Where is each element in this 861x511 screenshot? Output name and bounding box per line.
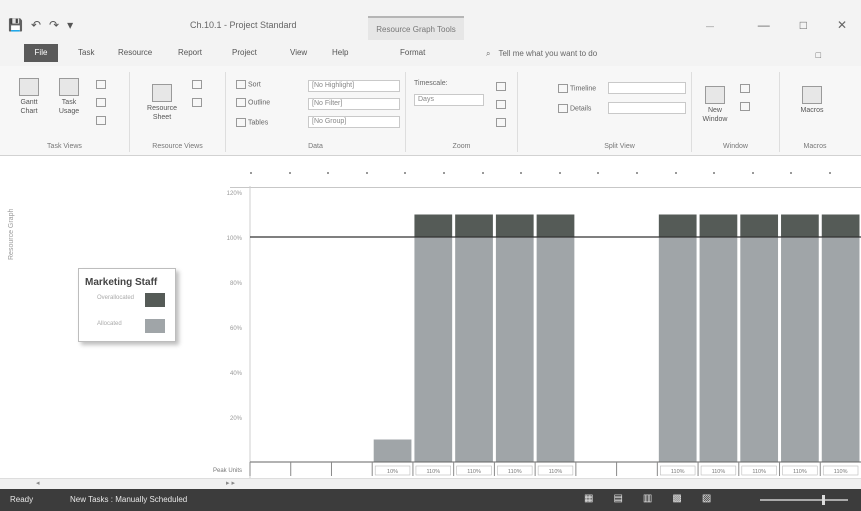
bar-allocated xyxy=(495,237,534,462)
bar-allocated xyxy=(536,237,575,462)
bar-overallocated xyxy=(699,214,738,237)
scroll-left-icon[interactable]: ◂ xyxy=(36,479,40,487)
bar-overallocated xyxy=(658,214,697,237)
status-bar: Ready New Tasks : Manually Scheduled ▦ ▤… xyxy=(0,489,861,511)
bar-overallocated xyxy=(495,214,534,237)
bar-overallocated xyxy=(455,214,493,237)
bar-allocated xyxy=(658,237,697,462)
bar-overallocated xyxy=(740,214,779,237)
zoom-slider[interactable] xyxy=(760,495,848,505)
zoom-slider-thumb[interactable] xyxy=(822,495,825,505)
view-shortcuts: ▦ ▤ ▥ ▩ ▨ xyxy=(584,493,711,504)
peak-value-label: 110% xyxy=(834,469,848,475)
peak-value-label: 110% xyxy=(752,469,766,475)
bar-allocated xyxy=(740,237,779,462)
task-mode-indicator[interactable]: New Tasks : Manually Scheduled xyxy=(70,495,187,504)
peak-value-label: 10% xyxy=(387,469,398,475)
y-tick-label: 20% xyxy=(230,416,243,422)
resource-graph-chart: 120% 100% 80% 60% 40% 20% Peak Units 10% 110% 110… xyxy=(213,186,861,482)
report-view-icon[interactable]: ▨ xyxy=(702,493,711,504)
peak-value-label: 110% xyxy=(793,469,807,475)
bar-allocated xyxy=(373,439,412,462)
team-planner-view-icon[interactable]: ▥ xyxy=(643,493,652,504)
peak-value-label: 110% xyxy=(508,469,522,475)
horizontal-scrollbar[interactable]: ◂ ▸ ▸ xyxy=(0,478,861,489)
bar-allocated xyxy=(781,237,819,462)
peak-units-label: Peak Units xyxy=(213,468,242,474)
task-usage-view-icon[interactable]: ▤ xyxy=(613,493,622,504)
peak-value-label: 110% xyxy=(712,469,726,475)
bar-allocated xyxy=(455,237,493,462)
bar-allocated xyxy=(414,237,453,462)
bar-overallocated xyxy=(414,214,453,237)
y-tick-label: 40% xyxy=(230,371,243,377)
y-tick-label: 120% xyxy=(227,191,243,197)
gantt-view-icon[interactable]: ▦ xyxy=(584,493,593,504)
bar-overallocated xyxy=(536,214,575,237)
bar-overallocated xyxy=(821,214,860,237)
status-ready: Ready xyxy=(10,495,34,504)
scroll-right-icon[interactable]: ▸ ▸ xyxy=(226,479,235,487)
bar-overallocated xyxy=(781,214,819,237)
peak-value-label: 110% xyxy=(671,469,685,475)
y-tick-label: 80% xyxy=(230,281,243,287)
peak-value-label: 110% xyxy=(549,469,563,475)
peak-value-label: 110% xyxy=(426,469,440,475)
peak-value-label: 110% xyxy=(467,469,481,475)
bar-allocated xyxy=(821,237,860,462)
y-tick-label: 100% xyxy=(227,236,243,242)
resource-sheet-view-icon[interactable]: ▩ xyxy=(672,493,681,504)
y-tick-label: 60% xyxy=(230,326,243,332)
bar-allocated xyxy=(699,237,738,462)
